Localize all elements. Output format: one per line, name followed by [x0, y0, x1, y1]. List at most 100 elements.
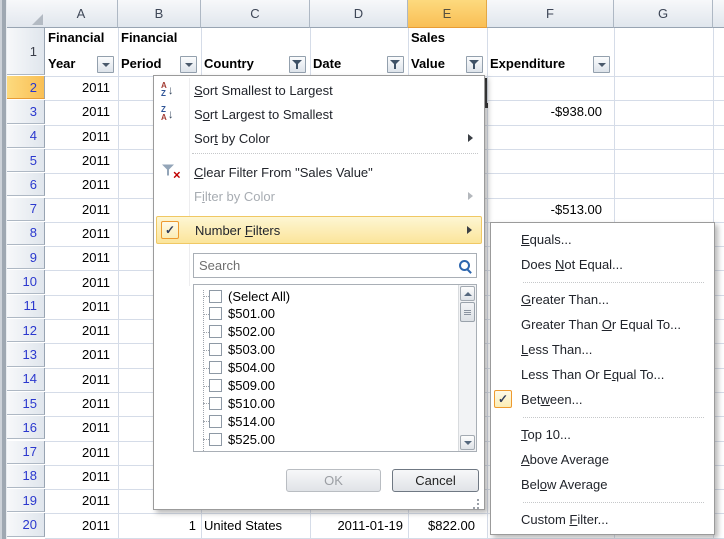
submenu-item-below-average[interactable]: Below Average	[491, 472, 714, 497]
column-header-partial[interactable]	[713, 0, 724, 28]
checkbox[interactable]	[209, 325, 222, 338]
grid-cell-D20[interactable]: 2011-01-19	[310, 513, 407, 536]
submenu-item-above-average[interactable]: Above Average	[491, 447, 714, 472]
checklist-item[interactable]: $504.00	[194, 359, 458, 377]
checklist-item[interactable]: $510.00	[194, 394, 458, 412]
column-header-F[interactable]: F	[487, 0, 614, 28]
menu-item-number-filters[interactable]: ✓Number Filters	[156, 216, 482, 244]
checklist-item[interactable]: $509.00	[194, 377, 458, 395]
header-cell-financial-year[interactable]: FinancialYear	[45, 28, 117, 76]
row-header-20[interactable]: 20	[7, 513, 45, 536]
header-cell-financial-period[interactable]: FinancialPeriod	[118, 28, 200, 76]
column-header-G[interactable]: G	[614, 0, 713, 28]
row-header-11[interactable]: 11	[7, 295, 45, 318]
column-header-A[interactable]: A	[45, 0, 118, 28]
row-header-5[interactable]: 5	[7, 149, 45, 172]
row-header-18[interactable]: 18	[7, 465, 45, 488]
menu-item-filter-by-color[interactable]: Filter by Color	[156, 184, 482, 208]
checkbox[interactable]	[209, 397, 222, 410]
row-header-10[interactable]: 10	[7, 270, 45, 293]
submenu-item-less-than-or-equal-to[interactable]: Less Than Or Equal To...	[491, 362, 714, 387]
grid-cell-A11[interactable]: 2011	[45, 295, 117, 318]
checkbox[interactable]	[209, 361, 222, 374]
grid-cell-A13[interactable]: 2011	[45, 343, 117, 366]
submenu-item-between[interactable]: ✓Between...	[491, 387, 714, 412]
row-header-7[interactable]: 7	[7, 198, 45, 221]
row-header-15[interactable]: 15	[7, 392, 45, 415]
ok-button[interactable]: OK	[286, 469, 381, 492]
submenu-item-less-than[interactable]: Less Than...	[491, 337, 714, 362]
checkbox[interactable]	[209, 433, 222, 446]
submenu-item-greater-than[interactable]: Greater Than...	[491, 287, 714, 312]
row-header-2[interactable]: 2	[7, 76, 45, 99]
header-cell-date[interactable]: Date	[310, 28, 407, 76]
grid-cell-B20[interactable]: 1	[118, 513, 200, 536]
row-header-4[interactable]: 4	[7, 125, 45, 148]
checklist-item-partial[interactable]	[194, 448, 458, 452]
checkbox[interactable]	[209, 343, 222, 356]
row-header-16[interactable]: 16	[7, 416, 45, 439]
filter-button-financial-year[interactable]	[97, 56, 114, 73]
grid-cell-A6[interactable]: 2011	[45, 173, 117, 196]
row-header-12[interactable]: 12	[7, 319, 45, 342]
filter-button-expenditure[interactable]	[593, 56, 610, 73]
grid-cell-A19[interactable]: 2011	[45, 489, 117, 512]
search-input[interactable]	[194, 257, 457, 274]
grid-cell-F7[interactable]: -$513.00	[487, 198, 613, 221]
grid-cell-A2[interactable]: 2011	[45, 76, 117, 99]
grid-cell-A8[interactable]: 2011	[45, 222, 117, 245]
row-header-13[interactable]: 13	[7, 343, 45, 366]
row-header-6[interactable]: 6	[7, 173, 45, 196]
checkbox[interactable]	[209, 415, 222, 428]
filter-button-country[interactable]	[289, 56, 306, 73]
menu-item-sort-largest-to-smallest[interactable]: ZA↓Sort Largest to Smallest	[156, 102, 482, 126]
row-header-3[interactable]: 3	[7, 100, 45, 123]
grid-cell-C20[interactable]: United States	[201, 513, 309, 536]
header-cell-expenditure[interactable]: Expenditure	[487, 28, 613, 76]
list-scrollbar[interactable]	[458, 285, 476, 451]
grid-cell-A9[interactable]: 2011	[45, 246, 117, 269]
filter-button-sales-value[interactable]	[466, 56, 483, 73]
header-cell-country[interactable]: Country	[201, 28, 309, 76]
checklist-item[interactable]: $501.00	[194, 305, 458, 323]
grid-cell-A4[interactable]: 2011	[45, 125, 117, 148]
filter-button-date[interactable]	[387, 56, 404, 73]
search-icon[interactable]	[457, 258, 473, 274]
select-all-corner[interactable]	[7, 0, 46, 28]
menu-item-sort-by-color[interactable]: Sort by Color	[156, 126, 482, 150]
scroll-thumb[interactable]	[460, 302, 475, 322]
menu-item-clear-filter[interactable]: ✕Clear Filter From "Sales Value"	[156, 160, 482, 184]
checklist-item[interactable]: (Select All)	[194, 287, 458, 305]
grid-cell-A7[interactable]: 2011	[45, 198, 117, 221]
checkbox[interactable]	[209, 379, 222, 392]
grid-cell-A3[interactable]: 2011	[45, 100, 117, 123]
submenu-item-custom-filter[interactable]: Custom Filter...	[491, 507, 714, 532]
row-header-8[interactable]: 8	[7, 222, 45, 245]
row-header-9[interactable]: 9	[7, 246, 45, 269]
scroll-down-button[interactable]	[460, 435, 475, 450]
row-header-1[interactable]: 1	[7, 28, 45, 75]
grid-cell-A18[interactable]: 2011	[45, 465, 117, 488]
row-header-14[interactable]: 14	[7, 368, 45, 391]
column-header-B[interactable]: B	[118, 0, 201, 28]
column-header-C[interactable]: C	[201, 0, 310, 28]
checklist-item[interactable]: $503.00	[194, 341, 458, 359]
resize-grip[interactable]	[469, 497, 479, 505]
submenu-item-equals[interactable]: Equals...	[491, 227, 714, 252]
submenu-item-greater-than-or-equal-to[interactable]: Greater Than Or Equal To...	[491, 312, 714, 337]
grid-cell-E20[interactable]: $822.00	[408, 513, 486, 536]
menu-item-sort-smallest-to-largest[interactable]: AZ↓Sort Smallest to Largest	[156, 78, 482, 102]
checklist-item[interactable]: $502.00	[194, 323, 458, 341]
grid-cell-A12[interactable]: 2011	[45, 319, 117, 342]
checklist-item[interactable]: $525.00	[194, 430, 458, 448]
row-header-17[interactable]: 17	[7, 441, 45, 464]
header-cell-sales-value[interactable]: SalesValue	[408, 28, 486, 76]
grid-cell-A14[interactable]: 2011	[45, 368, 117, 391]
grid-cell-A17[interactable]: 2011	[45, 441, 117, 464]
cancel-button[interactable]: Cancel	[392, 469, 479, 492]
scroll-up-button[interactable]	[460, 286, 475, 301]
column-header-E[interactable]: E	[408, 0, 487, 28]
grid-cell-A5[interactable]: 2011	[45, 149, 117, 172]
grid-cell-A15[interactable]: 2011	[45, 392, 117, 415]
grid-cell-A16[interactable]: 2011	[45, 416, 117, 439]
